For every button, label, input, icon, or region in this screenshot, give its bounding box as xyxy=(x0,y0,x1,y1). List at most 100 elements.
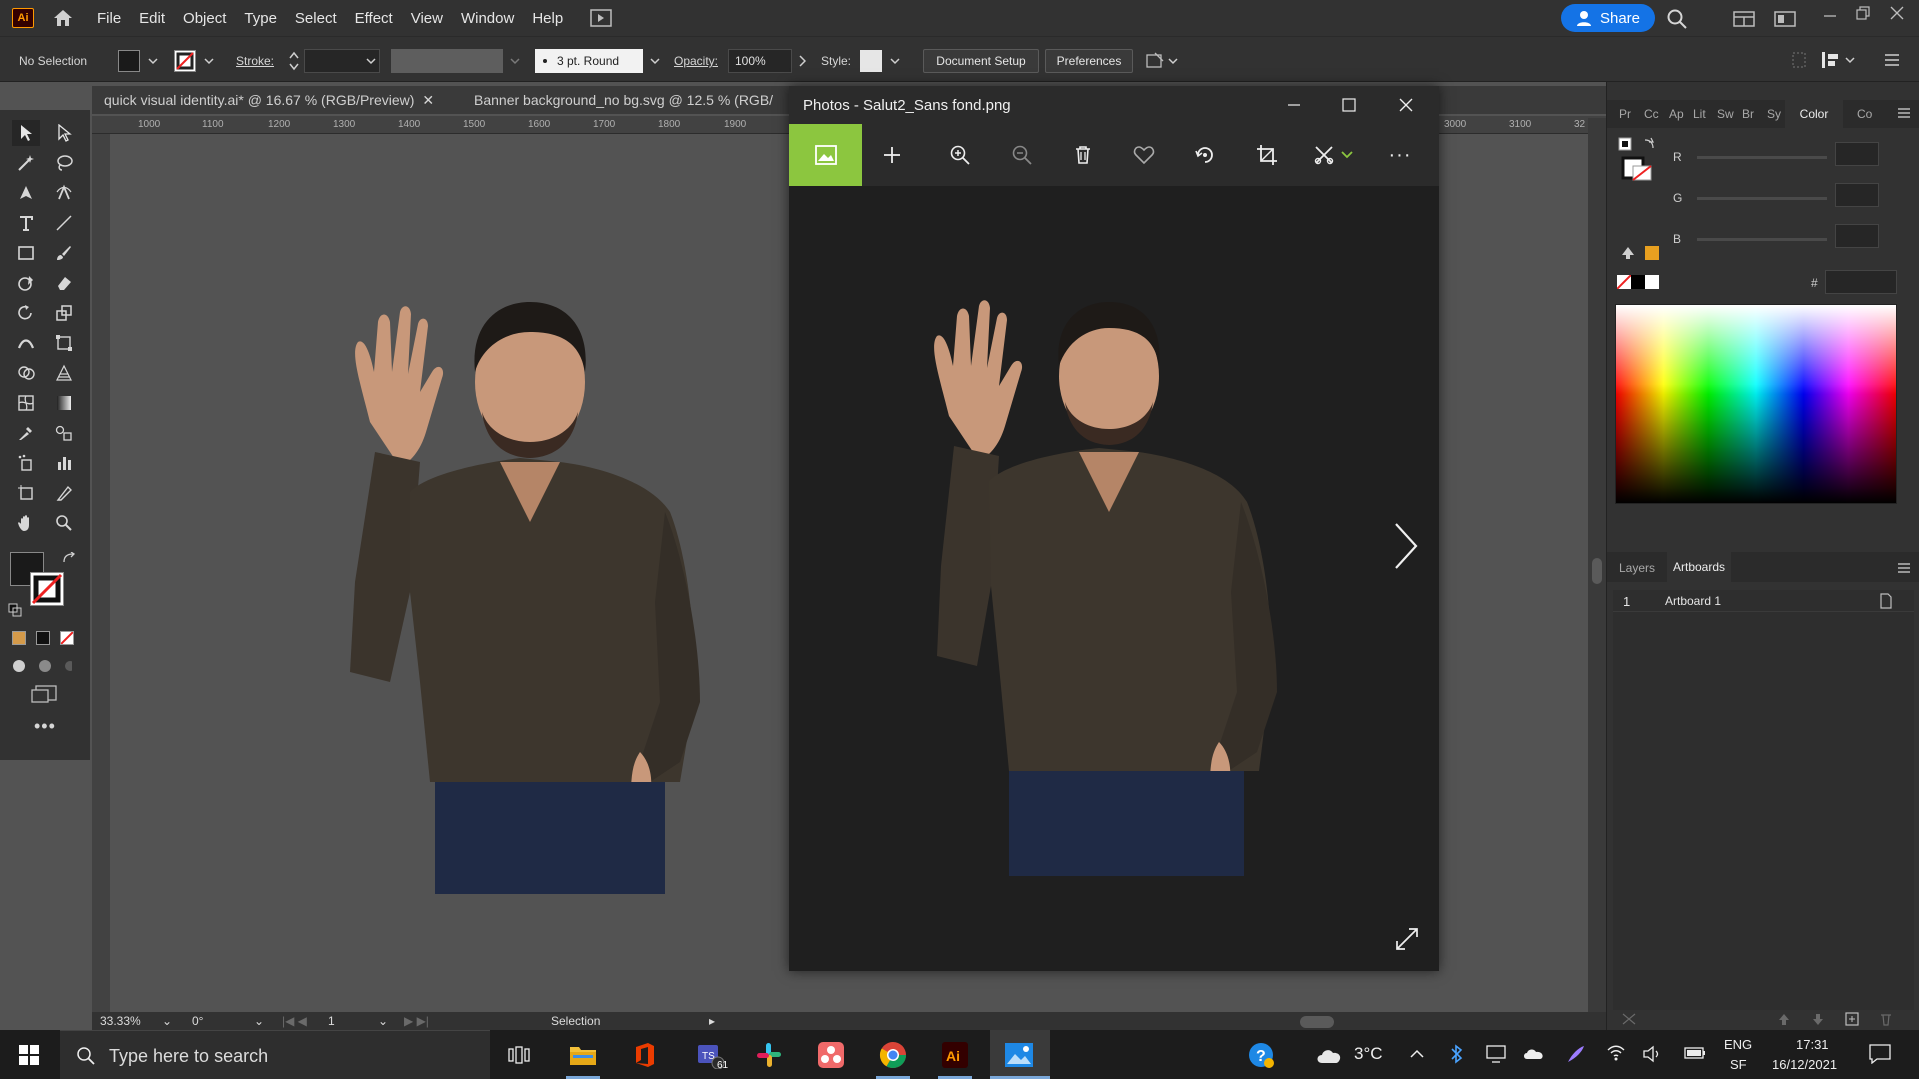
slice-tool-icon[interactable] xyxy=(50,480,78,506)
artboard-nav-next-icon[interactable]: ▶ ▶| xyxy=(404,1014,429,1030)
favorite-button[interactable] xyxy=(1113,124,1175,186)
menu-window[interactable]: Window xyxy=(452,10,523,27)
gamut-swatch[interactable] xyxy=(1645,246,1659,260)
pen-tool-icon[interactable] xyxy=(12,180,40,206)
zoom-tool-icon[interactable] xyxy=(50,510,78,536)
g-value-field[interactable] xyxy=(1835,183,1879,207)
out-of-gamut-icon[interactable] xyxy=(1621,246,1635,260)
close-icon[interactable] xyxy=(1889,5,1905,21)
search-icon[interactable] xyxy=(1666,8,1688,30)
b-slider[interactable] xyxy=(1697,238,1827,241)
scale-tool-icon[interactable] xyxy=(50,300,78,326)
color-panel-fill-stroke[interactable] xyxy=(1617,136,1657,182)
close-icon[interactable]: ✕ xyxy=(422,92,434,109)
stroke-color-swatch[interactable] xyxy=(30,572,64,606)
free-transform-tool-icon[interactable] xyxy=(50,330,78,356)
help-icon[interactable]: ? xyxy=(1244,1038,1278,1072)
brush-definition-field[interactable]: 3 pt. Round xyxy=(535,49,643,73)
chevron-down-icon[interactable]: ⌄ xyxy=(162,1014,172,1030)
chevron-down-icon[interactable] xyxy=(204,57,214,65)
illustrator-taskbar-icon[interactable]: Ai xyxy=(938,1038,972,1072)
chevron-down-icon[interactable]: ⌄ xyxy=(378,1014,388,1030)
r-slider[interactable] xyxy=(1697,156,1827,159)
fullscreen-icon[interactable] xyxy=(1395,927,1419,951)
slack-icon[interactable] xyxy=(752,1038,786,1072)
default-fill-stroke-icon[interactable] xyxy=(8,603,22,617)
rotate-button[interactable] xyxy=(1174,124,1236,186)
close-icon[interactable] xyxy=(1399,98,1413,112)
rectangle-tool-icon[interactable] xyxy=(12,240,40,266)
eyedropper-tool-icon[interactable] xyxy=(12,420,40,446)
color-spectrum[interactable] xyxy=(1615,304,1897,504)
fill-swatch[interactable] xyxy=(118,50,140,72)
magic-wand-tool-icon[interactable] xyxy=(12,150,40,176)
bluetooth-icon[interactable] xyxy=(1450,1044,1464,1064)
artboard-index-field[interactable]: 1 xyxy=(328,1014,335,1030)
tab-symbols[interactable]: Sy xyxy=(1767,107,1781,121)
direct-selection-tool-icon[interactable] xyxy=(50,120,78,146)
color-mode-swatch[interactable] xyxy=(12,631,26,645)
shaper-tool-icon[interactable] xyxy=(12,270,40,296)
maximize-icon[interactable] xyxy=(1342,98,1356,112)
eraser-tool-icon[interactable] xyxy=(50,270,78,296)
selection-tool-icon[interactable] xyxy=(12,120,40,146)
curvature-tool-icon[interactable] xyxy=(50,180,78,206)
column-graph-tool-icon[interactable] xyxy=(50,450,78,476)
gradient-tool-icon[interactable] xyxy=(50,390,78,416)
menu-file[interactable]: File xyxy=(88,10,130,27)
chrome-icon[interactable] xyxy=(876,1038,910,1072)
hamburger-menu-icon[interactable] xyxy=(1884,53,1900,67)
rotation-field[interactable]: 0° xyxy=(192,1014,203,1030)
panel-menu-icon[interactable] xyxy=(1897,107,1911,119)
chevron-down-icon[interactable] xyxy=(366,57,376,65)
tab-libraries[interactable]: Lit xyxy=(1693,107,1706,121)
language-indicator[interactable]: ENG xyxy=(1724,1037,1752,1052)
b-value-field[interactable] xyxy=(1835,224,1879,248)
person-cutout-image[interactable] xyxy=(260,262,800,894)
screen-mode-icon[interactable] xyxy=(1774,11,1796,27)
speaker-icon[interactable] xyxy=(1642,1044,1662,1064)
menu-select[interactable]: Select xyxy=(286,10,346,27)
stroke-weight-stepper[interactable] xyxy=(288,50,300,72)
display-icon[interactable] xyxy=(1486,1044,1506,1064)
add-button[interactable] xyxy=(861,124,923,186)
blend-tool-icon[interactable] xyxy=(50,420,78,446)
r-value-field[interactable] xyxy=(1835,142,1879,166)
tab-artboards[interactable]: Artboards xyxy=(1667,552,1731,582)
minimize-icon[interactable] xyxy=(1287,98,1301,112)
task-view-icon[interactable] xyxy=(502,1038,536,1072)
artboard-nav-first-icon[interactable]: |◀ ◀ xyxy=(282,1014,307,1030)
keyboard-layout-indicator[interactable]: SF xyxy=(1730,1057,1747,1072)
screen-mode-icon[interactable] xyxy=(30,684,58,704)
type-tool-icon[interactable] xyxy=(12,210,40,236)
swap-fill-stroke-icon[interactable] xyxy=(62,552,76,566)
variable-width-profile[interactable] xyxy=(391,49,503,73)
opacity-field[interactable]: 100% xyxy=(728,49,792,73)
battery-icon[interactable] xyxy=(1684,1046,1706,1060)
status-menu-arrow[interactable]: ▸ xyxy=(709,1014,715,1030)
gradient-mode-swatch[interactable] xyxy=(36,631,50,645)
none-swatch[interactable] xyxy=(1617,275,1631,289)
tab-appearance[interactable]: Ap xyxy=(1669,107,1684,121)
stroke-label[interactable]: Stroke: xyxy=(236,54,274,68)
photos-taskbar-icon[interactable] xyxy=(1002,1038,1036,1072)
chevron-right-icon[interactable] xyxy=(798,55,806,67)
menu-help[interactable]: Help xyxy=(523,10,572,27)
artboard-tool-icon[interactable] xyxy=(12,480,40,506)
tab-color[interactable]: Color xyxy=(1785,100,1843,128)
workspace-switcher-icon[interactable] xyxy=(1733,11,1755,27)
home-icon[interactable] xyxy=(52,8,74,28)
panel-toggle-icon[interactable] xyxy=(1820,50,1860,70)
more-options-button[interactable]: ··· xyxy=(1369,124,1431,186)
arrange-documents-icon[interactable] xyxy=(590,9,612,27)
line-tool-icon[interactable] xyxy=(50,210,78,236)
quick-actions-icon[interactable] xyxy=(1145,51,1179,71)
tab-color-guide[interactable]: Co xyxy=(1857,107,1872,121)
taskbar-search-box[interactable]: Type here to search xyxy=(60,1030,490,1079)
windows-start-icon[interactable] xyxy=(12,1038,46,1072)
menu-object[interactable]: Object xyxy=(174,10,235,27)
edit-create-button[interactable] xyxy=(1297,124,1369,186)
scroll-thumb[interactable] xyxy=(1300,1016,1334,1028)
document-setup-button[interactable]: Document Setup xyxy=(923,49,1039,73)
menu-edit[interactable]: Edit xyxy=(130,10,174,27)
